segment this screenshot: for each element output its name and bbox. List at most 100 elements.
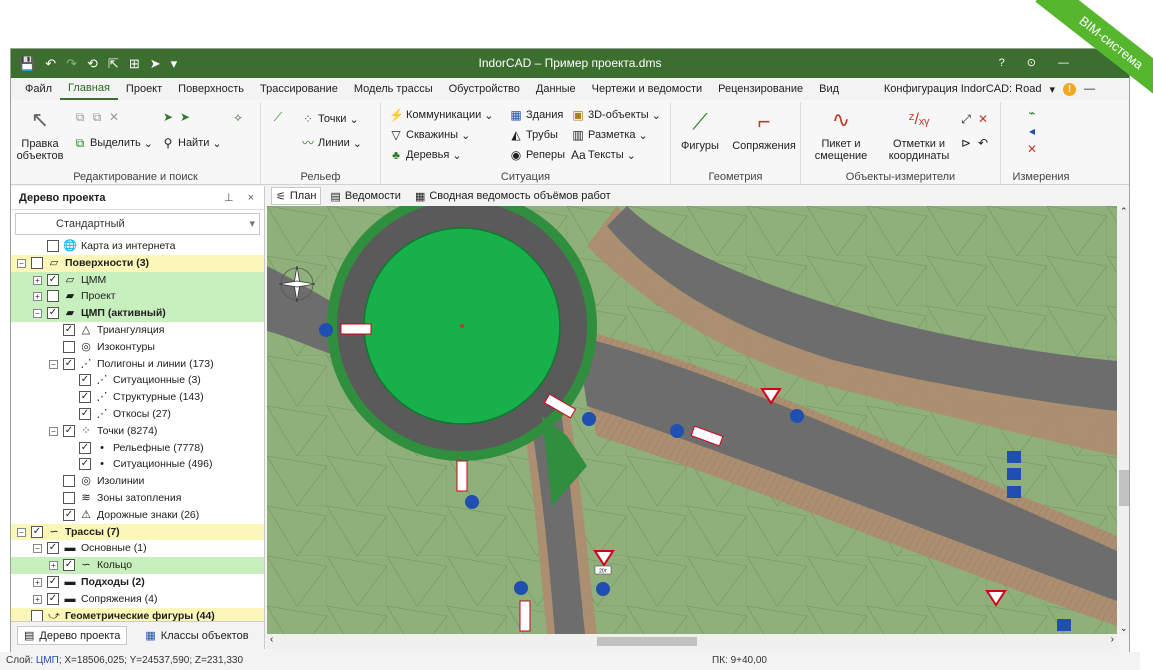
transform-icon[interactable]: ⟡ [231, 110, 245, 124]
tree-row[interactable]: ✓ ⚠ Дорожные знаки (26) [11, 507, 264, 524]
visibility-checkbox[interactable]: ✓ [79, 458, 91, 471]
pointer-next-icon[interactable]: ➤ [178, 110, 192, 124]
tree-row[interactable]: + ▰ Проект [11, 288, 264, 306]
trees-button[interactable]: ♣ Деревья ⌄ [389, 148, 462, 162]
measure-tool-1[interactable]: ⌁ [1025, 106, 1039, 120]
pipes-button[interactable]: ◭ Трубы [509, 128, 558, 142]
marks-coords-button[interactable]: ᶻ/ₓᵧ Отметки и координаты [883, 106, 955, 162]
visibility-checkbox[interactable]: ✓ [79, 441, 91, 454]
menu-review[interactable]: Рецензирование [710, 78, 811, 100]
collapse-icon[interactable]: − [49, 426, 58, 436]
warning-icon[interactable]: ! [1063, 82, 1076, 96]
tree-row[interactable]: ◎ Изоконтуры [11, 339, 264, 356]
menu-project[interactable]: Проект [118, 78, 170, 100]
visibility-checkbox[interactable]: ✓ [47, 575, 59, 588]
collapse-icon[interactable]: − [33, 544, 42, 554]
tree-row[interactable]: ⤻ Геометрические фигуры (44) [11, 607, 264, 621]
tree-row[interactable]: + ✓ ▬ Подходы (2) [11, 574, 264, 591]
select-button[interactable]: ⧉ Выделить ⌄ [73, 136, 153, 150]
visibility-checkbox[interactable] [63, 491, 75, 504]
tree-row[interactable]: − ▱ Поверхности (3) [11, 254, 264, 272]
visibility-checkbox[interactable]: ✓ [47, 273, 59, 286]
relief-tool[interactable]: ⟋ [271, 110, 285, 124]
menu-file[interactable]: Файл [17, 78, 60, 100]
tree-row[interactable]: ✓ ⋰ Откосы (27) [11, 406, 264, 423]
figures-button[interactable]: ⟋ Фигуры [677, 108, 723, 152]
points-button[interactable]: ⁘ Точки ⌄ [301, 112, 359, 126]
visibility-checkbox[interactable] [47, 290, 59, 303]
expand-icon[interactable]: + [49, 561, 58, 571]
tree-row[interactable]: − ✓ ▬ Основные (1) [11, 540, 264, 557]
scroll-up-icon[interactable]: ⌃ [1120, 206, 1128, 217]
vertical-scroll-thumb[interactable] [1119, 470, 1129, 506]
meter-tool-1[interactable]: ⤢ ✕ [959, 112, 990, 126]
wells-button[interactable]: ▽ Скважины ⌄ [389, 128, 470, 142]
horizontal-scroll-thumb[interactable] [597, 637, 697, 646]
tree-row[interactable]: + ✓ ▱ ЦММ [11, 271, 264, 289]
visibility-checkbox[interactable]: ✓ [79, 407, 91, 420]
ribbon-minimize-icon[interactable]: — [1084, 83, 1095, 95]
tab-object-classes[interactable]: ▦ Классы объектов [139, 627, 254, 644]
tree-row[interactable]: ✓ ⋰ Структурные (143) [11, 389, 264, 406]
expand-icon[interactable]: + [33, 275, 42, 285]
menu-drawings[interactable]: Чертежи и ведомости [584, 78, 711, 100]
visibility-checkbox[interactable] [31, 609, 43, 621]
visibility-checkbox[interactable] [63, 475, 75, 488]
expand-icon[interactable]: + [33, 594, 42, 604]
visibility-checkbox[interactable]: ✓ [63, 323, 75, 336]
meter-tool-2[interactable]: ⊳ ↶ [959, 136, 990, 150]
measure-tool-2[interactable]: ◂ [1025, 124, 1039, 138]
communications-button[interactable]: ⚡ Коммуникации ⌄ [389, 108, 493, 122]
paste-icon[interactable]: ⧉ [90, 110, 104, 124]
close-icon[interactable]: × [248, 186, 254, 210]
tree-row[interactable]: − ✓ ▰ ЦМП (активный) [11, 305, 264, 322]
tab-statements[interactable]: ▤ Ведомости [325, 187, 406, 205]
pointer-icon[interactable]: ➤ [161, 110, 175, 124]
collapse-icon[interactable]: − [17, 527, 26, 537]
configuration-selector[interactable]: Конфигурация IndorCAD: Road ▾ ! — [884, 82, 1129, 96]
expand-icon[interactable]: + [33, 577, 42, 587]
collapse-icon[interactable]: − [17, 258, 26, 268]
horizontal-scrollbar[interactable]: ‹ › [267, 634, 1117, 649]
tree-row[interactable]: ✓ • Рельефные (7778) [11, 440, 264, 457]
scroll-right-icon[interactable]: › [1111, 634, 1114, 645]
menu-arrangement[interactable]: Обустройство [441, 78, 528, 100]
options-icon[interactable]: ⊙ [1027, 49, 1036, 78]
collapse-icon[interactable]: − [33, 309, 42, 319]
tree-row[interactable]: − ✓ ∽ Трассы (7) [11, 523, 264, 541]
plan-view-canvas[interactable]: 20т [267, 206, 1117, 634]
visibility-checkbox[interactable]: ✓ [63, 559, 75, 572]
vertical-scrollbar[interactable]: ⌃ ⌄ [1117, 206, 1129, 634]
tree-row[interactable]: ✓ ⋰ Ситуационные (3) [11, 372, 264, 389]
tree-row[interactable]: ◎ Изолинии [11, 473, 264, 490]
picket-offset-button[interactable]: ∿ Пикет и смещение [805, 106, 877, 162]
marking-button[interactable]: ▥ Разметка ⌄ [571, 128, 647, 142]
lines-button[interactable]: 〰 Линии ⌄ [301, 136, 362, 150]
tree-row[interactable]: − ✓ ⋰ Полигоны и линии (173) [11, 356, 264, 373]
copy-icon[interactable]: ⧉ [73, 110, 87, 124]
tab-plan[interactable]: ⚟ План [271, 187, 322, 205]
tree-row[interactable]: ✓ • Ситуационные (496) [11, 456, 264, 473]
menu-surface[interactable]: Поверхность [170, 78, 252, 100]
benchmarks-button[interactable]: ◉ Реперы [509, 148, 565, 162]
conjugations-button[interactable]: ⌐ Сопряжения [729, 108, 799, 152]
measure-tool-3[interactable]: ✕ [1025, 142, 1039, 156]
delete-icon[interactable]: ✕ [107, 110, 121, 124]
visibility-checkbox[interactable]: ✓ [63, 508, 75, 521]
visibility-checkbox[interactable] [31, 256, 43, 269]
visibility-checkbox[interactable]: ✓ [47, 542, 59, 555]
visibility-checkbox[interactable]: ✓ [47, 307, 59, 320]
collapse-icon[interactable]: − [49, 359, 58, 369]
buildings-button[interactable]: ▦ Здания [509, 108, 563, 122]
minimize-icon[interactable]: — [1058, 49, 1069, 78]
tab-project-tree[interactable]: ▤ Дерево проекта [17, 626, 128, 645]
texts-button[interactable]: Aa Тексты ⌄ [571, 148, 636, 162]
visibility-checkbox[interactable]: ✓ [79, 391, 91, 404]
menu-home[interactable]: Главная [60, 78, 118, 100]
visibility-checkbox[interactable]: ✓ [63, 424, 75, 437]
scroll-down-icon[interactable]: ⌄ [1120, 623, 1128, 634]
scroll-left-icon[interactable]: ‹ [270, 634, 273, 645]
visibility-checkbox[interactable] [47, 240, 59, 252]
edit-objects-button[interactable]: ↖ Правка объектов [15, 106, 65, 162]
style-selector[interactable]: Стандартный ▾ [15, 213, 260, 235]
